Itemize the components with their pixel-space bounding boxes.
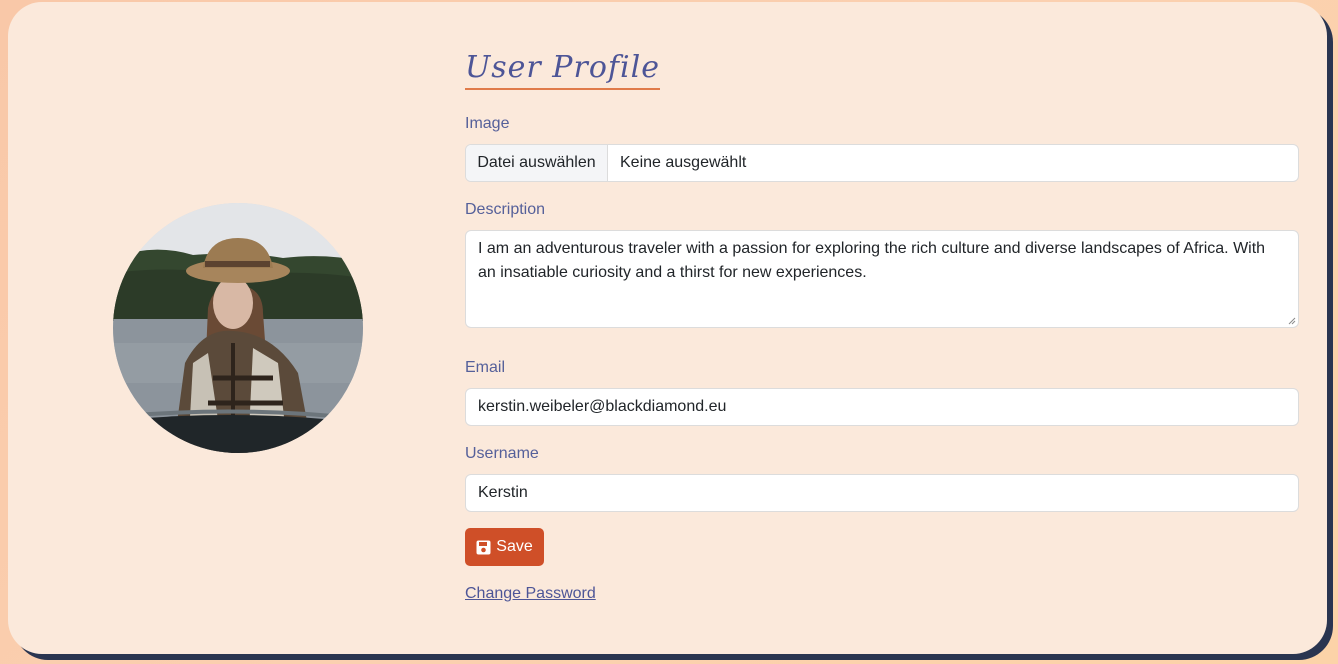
username-field[interactable]: Kerstin [465, 474, 1299, 512]
email-value: kerstin.weibeler@blackdiamond.eu [478, 398, 727, 415]
save-button[interactable]: Save [465, 528, 544, 566]
change-password-link[interactable]: Change Password [465, 585, 596, 603]
floppy-disk-icon [476, 540, 491, 554]
page-title: User Profile [465, 50, 660, 90]
profile-avatar [113, 203, 363, 453]
description-label: Description [465, 201, 546, 218]
file-status-text: Keine ausgewählt [620, 154, 747, 171]
description-text: I am an adventurous traveler with a pass… [478, 240, 1266, 281]
avatar-photo [113, 203, 363, 453]
username-value: Kerstin [478, 484, 528, 501]
choose-file-button[interactable]: Datei auswählen [466, 145, 608, 181]
image-file-input[interactable]: Datei auswählen Keine ausgewählt [465, 144, 1299, 182]
save-label: Save [496, 538, 533, 555]
profile-card: User Profile Image Datei auswählen Keine… [8, 2, 1327, 654]
resize-handle-icon[interactable] [1288, 317, 1296, 325]
image-label: Image [465, 115, 510, 132]
email-label: Email [465, 359, 506, 376]
username-label: Username [465, 445, 539, 462]
email-field[interactable]: kerstin.weibeler@blackdiamond.eu [465, 388, 1299, 426]
description-textarea[interactable]: I am an adventurous traveler with a pass… [465, 230, 1299, 328]
